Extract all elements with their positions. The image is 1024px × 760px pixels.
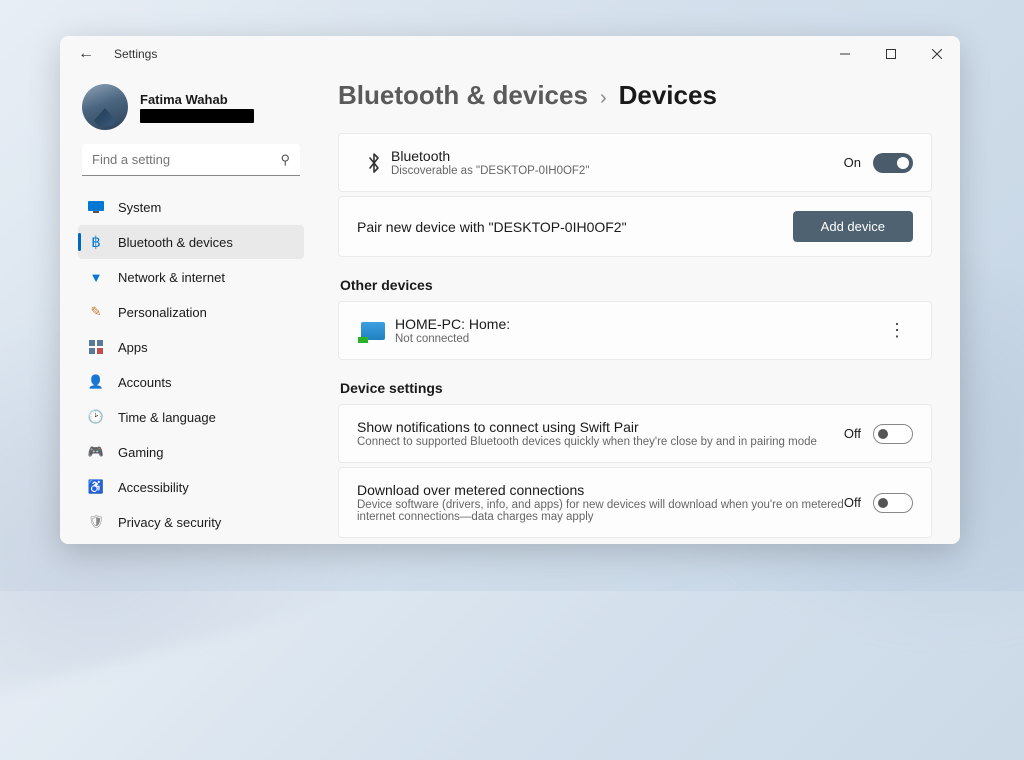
metered-sub: Device software (drivers, info, and apps… bbox=[357, 499, 844, 523]
sidebar-item-label: Network & internet bbox=[118, 270, 225, 285]
sidebar-item-bluetooth[interactable]: ฿ Bluetooth & devices bbox=[78, 225, 304, 259]
sidebar: Fatima Wahab ⚲ System ฿ Bluetooth & devi… bbox=[60, 72, 316, 544]
sidebar-item-apps[interactable]: Apps bbox=[78, 330, 304, 364]
metered-toggle[interactable] bbox=[873, 493, 913, 513]
sidebar-item-network[interactable]: ▼ Network & internet bbox=[78, 260, 304, 294]
device-settings-header: Device settings bbox=[340, 380, 932, 396]
search-icon: ⚲ bbox=[280, 152, 290, 168]
swift-pair-title: Show notifications to connect using Swif… bbox=[357, 419, 844, 435]
sidebar-item-accounts[interactable]: 👤 Accounts bbox=[78, 365, 304, 399]
bluetooth-state-label: On bbox=[844, 155, 861, 170]
swift-pair-sub: Connect to supported Bluetooth devices q… bbox=[357, 436, 844, 448]
breadcrumb: Bluetooth & devices › Devices bbox=[338, 80, 932, 111]
bluetooth-card: Bluetooth Discoverable as "DESKTOP-0IH0O… bbox=[338, 133, 932, 192]
maximize-button[interactable] bbox=[868, 36, 914, 72]
device-icon bbox=[361, 322, 385, 340]
sidebar-item-label: Privacy & security bbox=[118, 515, 221, 530]
sidebar-item-gaming[interactable]: 🎮 Gaming bbox=[78, 435, 304, 469]
sidebar-item-label: Accessibility bbox=[118, 480, 189, 495]
main-content: Bluetooth & devices › Devices Bluetooth … bbox=[316, 72, 960, 544]
user-email-redacted bbox=[140, 109, 254, 123]
avatar bbox=[82, 84, 128, 130]
search-input[interactable] bbox=[92, 152, 280, 167]
metered-card: Download over metered connections Device… bbox=[338, 467, 932, 538]
network-icon: ▼ bbox=[88, 269, 104, 285]
bluetooth-icon: ฿ bbox=[88, 234, 104, 250]
bluetooth-title: Bluetooth bbox=[391, 148, 844, 164]
other-device-row[interactable]: HOME-PC: Home: Not connected ⋮ bbox=[338, 301, 932, 360]
swift-pair-toggle[interactable] bbox=[873, 424, 913, 444]
window-title: Settings bbox=[114, 47, 157, 61]
bluetooth-icon bbox=[357, 152, 391, 174]
sidebar-item-label: Personalization bbox=[118, 305, 207, 320]
more-icon[interactable]: ⋮ bbox=[880, 316, 913, 345]
metered-state-label: Off bbox=[844, 495, 861, 510]
personalization-icon: ✎ bbox=[88, 304, 104, 320]
device-name: HOME-PC: Home: bbox=[395, 316, 880, 332]
gaming-icon: 🎮 bbox=[88, 444, 104, 460]
user-name: Fatima Wahab bbox=[140, 92, 254, 107]
maximize-icon bbox=[886, 49, 896, 59]
titlebar: ← Settings bbox=[60, 36, 960, 72]
system-icon bbox=[88, 199, 104, 215]
sidebar-item-time[interactable]: 🕑 Time & language bbox=[78, 400, 304, 434]
apps-icon bbox=[88, 339, 104, 355]
add-device-button[interactable]: Add device bbox=[793, 211, 913, 242]
metered-title: Download over metered connections bbox=[357, 482, 844, 498]
sidebar-item-personalization[interactable]: ✎ Personalization bbox=[78, 295, 304, 329]
close-button[interactable] bbox=[914, 36, 960, 72]
close-icon bbox=[932, 49, 942, 59]
privacy-icon: 🛡 bbox=[88, 514, 104, 530]
sidebar-item-label: Apps bbox=[118, 340, 148, 355]
nav: System ฿ Bluetooth & devices ▼ Network &… bbox=[78, 190, 304, 539]
swift-pair-state-label: Off bbox=[844, 426, 861, 441]
sidebar-item-label: Time & language bbox=[118, 410, 216, 425]
chevron-right-icon: › bbox=[600, 87, 607, 110]
search-box[interactable]: ⚲ bbox=[82, 144, 300, 176]
pair-text: Pair new device with "DESKTOP-0IH0OF2" bbox=[357, 219, 793, 235]
sidebar-item-label: Gaming bbox=[118, 445, 164, 460]
bluetooth-subtitle: Discoverable as "DESKTOP-0IH0OF2" bbox=[391, 165, 844, 177]
pair-card: Pair new device with "DESKTOP-0IH0OF2" A… bbox=[338, 196, 932, 257]
sidebar-item-privacy[interactable]: 🛡 Privacy & security bbox=[78, 505, 304, 539]
breadcrumb-parent[interactable]: Bluetooth & devices bbox=[338, 80, 588, 111]
back-button[interactable]: ← bbox=[78, 45, 94, 63]
minimize-icon bbox=[840, 49, 850, 59]
sidebar-item-accessibility[interactable]: ♿ Accessibility bbox=[78, 470, 304, 504]
accounts-icon: 👤 bbox=[88, 374, 104, 390]
device-status: Not connected bbox=[395, 333, 880, 345]
sidebar-item-label: System bbox=[118, 200, 161, 215]
sidebar-item-system[interactable]: System bbox=[78, 190, 304, 224]
breadcrumb-current: Devices bbox=[619, 80, 717, 111]
accessibility-icon: ♿ bbox=[88, 479, 104, 495]
time-icon: 🕑 bbox=[88, 409, 104, 425]
swift-pair-card: Show notifications to connect using Swif… bbox=[338, 404, 932, 463]
user-profile[interactable]: Fatima Wahab bbox=[78, 80, 304, 144]
sidebar-item-label: Accounts bbox=[118, 375, 171, 390]
minimize-button[interactable] bbox=[822, 36, 868, 72]
other-devices-header: Other devices bbox=[340, 277, 932, 293]
bluetooth-toggle[interactable] bbox=[873, 153, 913, 173]
sidebar-item-label: Bluetooth & devices bbox=[118, 235, 233, 250]
settings-window: ← Settings Fatima Wahab bbox=[60, 36, 960, 544]
